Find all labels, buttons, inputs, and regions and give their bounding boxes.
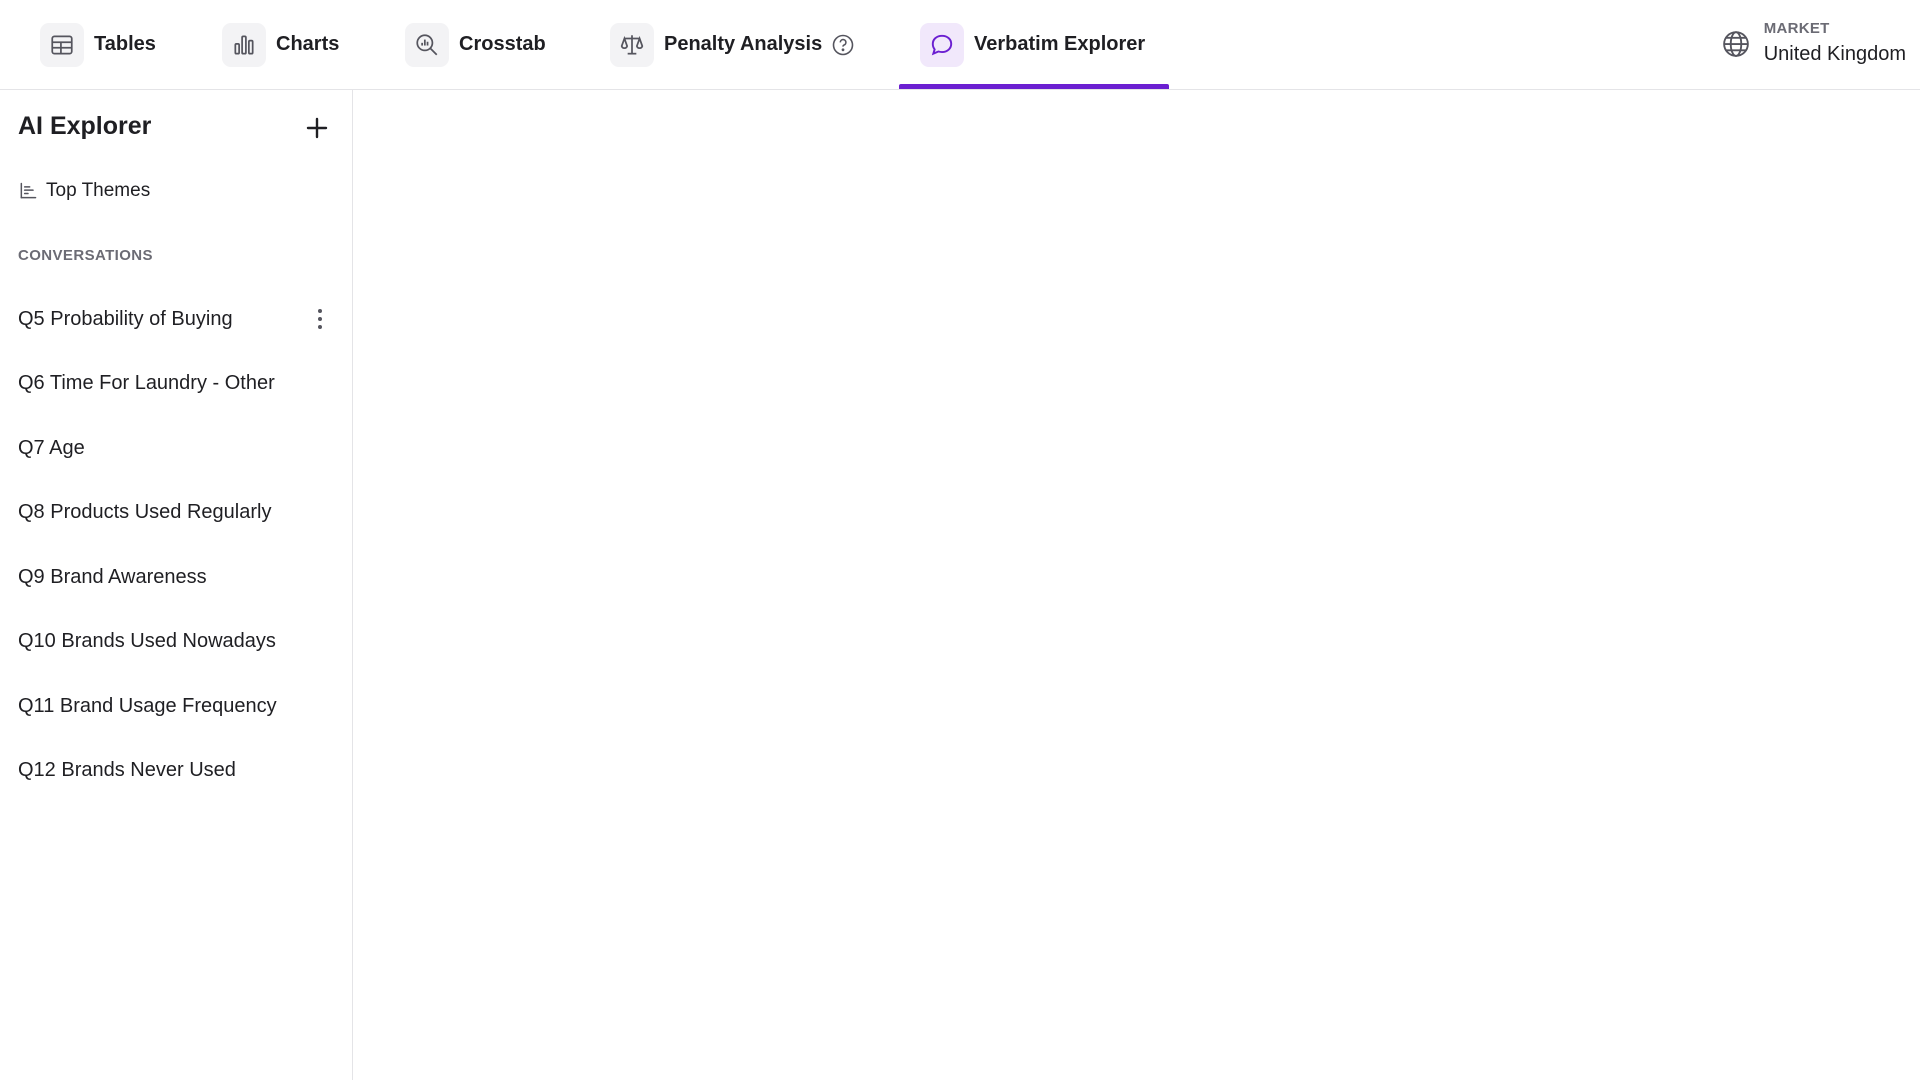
conversation-item[interactable]: Q10 Brands Used Nowadays (0, 610, 352, 675)
sidebar: AI Explorer Top Themes CONVERSATIONS Q5 … (0, 90, 353, 1080)
top-themes-link[interactable]: Top Themes (18, 176, 150, 206)
new-conversation-button[interactable] (301, 114, 333, 146)
market-caption: MARKET (1763, 20, 1830, 37)
conversation-label: Q12 Brands Never Used (18, 759, 236, 782)
conversation-item[interactable]: Q8 Products Used Regularly (0, 481, 352, 546)
market-text: MARKET United Kingdom (1764, 20, 1906, 68)
tab-penalty-analysis[interactable]: Penalty Analysis (610, 0, 855, 89)
sidebar-title: AI Explorer (18, 112, 152, 140)
active-tab-indicator (899, 84, 1169, 89)
table-icon (40, 22, 84, 67)
plus-icon (305, 116, 329, 145)
chat-bubble-icon (920, 22, 964, 67)
tab-label: Tables (94, 33, 156, 55)
conversation-label: Q9 Brand Awareness (18, 565, 207, 588)
tab-label: Verbatim Explorer (974, 33, 1146, 55)
conversation-item[interactable]: Q6 Time For Laundry - Other (0, 352, 352, 417)
market-value: United Kingdom (1763, 43, 1906, 65)
conversation-label: Q8 Products Used Regularly (18, 501, 272, 524)
tab-label: Penalty Analysis (664, 33, 823, 55)
conversation-item[interactable]: Q5 Probability of Buying (0, 287, 352, 352)
conversation-item[interactable]: Q7 Age (0, 416, 352, 481)
magnify-chart-icon (405, 22, 449, 67)
tab-label: Charts (276, 33, 340, 55)
tab-label: Crosstab (459, 33, 546, 55)
top-nav-bar: Tables Charts Crosstab Penalty Analysis … (0, 0, 1920, 90)
conversation-item[interactable]: Q9 Brand Awareness (0, 545, 352, 610)
conversation-list: Q5 Probability of Buying Q6 Time For Lau… (0, 287, 352, 803)
tab-verbatim-explorer[interactable]: Verbatim Explorer (920, 0, 1145, 89)
scale-icon (610, 22, 654, 67)
conversation-item[interactable]: Q12 Brands Never Used (0, 739, 352, 804)
tab-tables[interactable]: Tables (40, 0, 156, 89)
conversation-label: Q7 Age (18, 436, 85, 459)
conversation-label: Q11 Brand Usage Frequency (18, 694, 277, 717)
globe-icon (1721, 29, 1751, 59)
conversation-label: Q5 Probability of Buying (18, 307, 233, 330)
conversation-label: Q6 Time For Laundry - Other (18, 372, 275, 395)
tab-crosstab[interactable]: Crosstab (405, 0, 546, 89)
tab-charts[interactable]: Charts (222, 0, 339, 89)
more-options-icon[interactable] (310, 305, 330, 333)
conversation-item[interactable]: Q11 Brand Usage Frequency (0, 674, 352, 739)
list-chart-icon (18, 181, 38, 201)
market-selector[interactable]: MARKET United Kingdom (1721, 16, 1906, 72)
bar-chart-icon (222, 22, 266, 67)
help-circle-icon[interactable] (831, 33, 855, 57)
top-themes-label: Top Themes (46, 180, 151, 201)
main-content-area (353, 90, 1920, 1080)
conversation-label: Q10 Brands Used Nowadays (18, 630, 276, 653)
conversations-section-header: CONVERSATIONS (18, 247, 153, 264)
